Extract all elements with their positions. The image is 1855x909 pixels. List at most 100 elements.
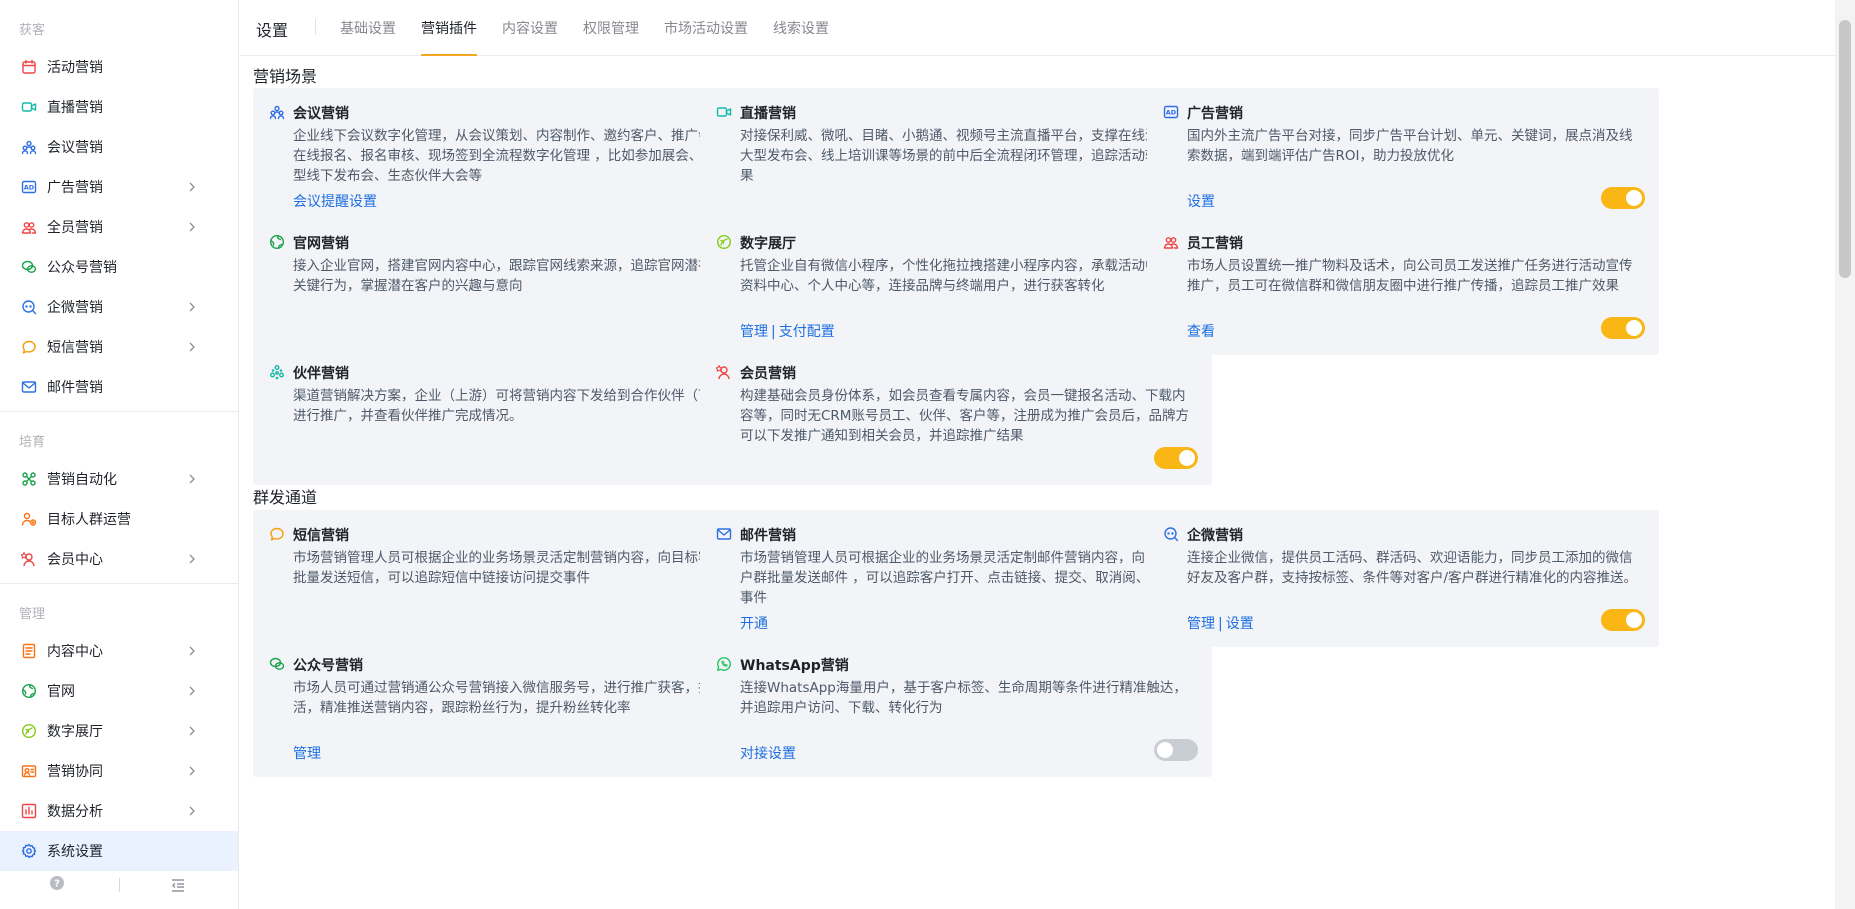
tab[interactable]: 营销插件: [421, 0, 477, 56]
help-icon[interactable]: ?: [50, 876, 64, 894]
scrollbar[interactable]: [1835, 0, 1855, 909]
sidebar-footer: ?: [0, 862, 239, 909]
collab-icon: [20, 762, 38, 780]
tab[interactable]: 内容设置: [502, 0, 558, 56]
sidebar-item-label: 官网: [47, 684, 75, 700]
content-icon: [20, 642, 38, 660]
plugin-card-links: 管理 | 设置: [1187, 613, 1254, 633]
sidebar-item[interactable]: 目标人群运营: [0, 499, 238, 539]
plugin-card-description: 市场人员可通过营销通公众号营销接入微信服务号，进行推广获客，拉新促活，精准推送营…: [293, 680, 739, 716]
plugin-toggle-switch[interactable]: [1154, 739, 1198, 761]
collapse-menu-icon[interactable]: [170, 877, 186, 897]
plugin-card-title: 官网营销: [293, 236, 349, 252]
plugin-card-title: 会员营销: [740, 366, 796, 382]
sidebar-item[interactable]: 直播营销: [0, 87, 238, 127]
plugin-card: 伙伴营销渠道营销解决方案，企业（上游）可将营销内容下发给到合作伙伴（下游）进行推…: [253, 348, 765, 485]
member-icon: [20, 550, 38, 568]
plugin-card-link[interactable]: 管理: [293, 746, 321, 762]
plugin-card-link[interactable]: 查看: [1187, 324, 1215, 340]
sidebar-item[interactable]: 活动营销: [0, 47, 238, 87]
showroom-icon: [715, 233, 733, 251]
chevron-right-icon[interactable]: [184, 339, 200, 355]
sidebar-item[interactable]: 内容中心: [0, 631, 238, 671]
chevron-right-icon[interactable]: [184, 723, 200, 739]
plugin-card: 会员营销构建基础会员身份体系，如会员查看专属内容，会员一键报名活动、下载内容等，…: [700, 348, 1212, 485]
plugin-card-link[interactable]: 会议提醒设置: [293, 194, 377, 210]
plugin-card: 邮件营销 市场营销管理人员可根据企业的业务场景灵活定制邮件营销内容，向目标客户群批…: [700, 510, 1212, 647]
sidebar-item[interactable]: 短信营销: [0, 327, 238, 367]
sidebar-item-label: 广告营销: [47, 180, 103, 196]
sidebar-item[interactable]: 邮件营销: [0, 367, 238, 407]
scrollbar-thumb[interactable]: [1839, 20, 1851, 278]
plugin-card-link[interactable]: 管理: [1187, 616, 1215, 632]
sidebar-item[interactable]: 公众号营销: [0, 247, 238, 287]
settings-header: 设置 基础设置 营销插件 内容设置 权限管理 市场活动设置 线索设置: [240, 0, 1835, 56]
sidebar-item[interactable]: 官网: [0, 671, 238, 711]
plugin-card-description: 接入企业官网，搭建官网内容中心，跟踪官网线索来源，追踪官网潜在客户关键行为，掌握…: [293, 258, 739, 294]
chevron-right-icon[interactable]: [184, 763, 200, 779]
sidebar-item[interactable]: 数据分析: [0, 791, 238, 831]
member-icon: [715, 363, 733, 381]
plugin-card-description: 市场人员设置统一推广物料及话术，向公司员工发送推广任务进行活动宣传推广，员工可在…: [1187, 258, 1633, 294]
plugin-card-link[interactable]: 设置: [1187, 194, 1215, 210]
plugin-card-link[interactable]: 管理: [740, 324, 768, 340]
sidebar-item[interactable]: 会议营销: [0, 127, 238, 167]
tab[interactable]: 基础设置: [340, 0, 396, 56]
tab[interactable]: 权限管理: [583, 0, 639, 56]
chevron-right-icon[interactable]: [184, 551, 200, 567]
sidebar-group-title: 管理: [19, 607, 46, 622]
chevron-right-icon[interactable]: [184, 179, 200, 195]
plugin-card-description: 构建基础会员身份体系，如会员查看专属内容，会员一键报名活动、下载内容等，同时无C…: [740, 388, 1189, 444]
plugin-card-description: 连接企业微信，提供员工活码、群活码、欢迎语能力，同步员工添加的微信好友及客户群，…: [1187, 550, 1638, 586]
team-icon: [1162, 233, 1180, 251]
plugin-settings-panel: 营销场景会议营销企业线下会议数字化管理，从会议策划、内容制作、邀约客户、推广会议…: [240, 57, 1835, 909]
people-icon: [268, 103, 286, 121]
plugin-toggle-switch[interactable]: [1601, 187, 1645, 209]
plugin-card-title: 数字展厅: [740, 236, 796, 252]
sidebar-item-label: 会员中心: [47, 552, 103, 568]
plugin-card-title: 广告营销: [1187, 106, 1243, 122]
sidebar-item[interactable]: 会员中心: [0, 539, 238, 579]
tab[interactable]: 市场活动设置: [664, 0, 748, 56]
sidebar-item[interactable]: 全员营销: [0, 207, 238, 247]
plugin-card-title: 伙伴营销: [293, 366, 349, 382]
sidebar-item[interactable]: 企微营销: [0, 287, 238, 327]
plugin-card-description: 托管企业自有微信小程序，个性化拖拉拽搭建小程序内容，承载活动中心、资料中心、个人…: [740, 258, 1186, 294]
link-separator: |: [771, 324, 776, 340]
plugin-toggle-switch[interactable]: [1154, 447, 1198, 469]
plugin-toggle-switch[interactable]: [1601, 317, 1645, 339]
tab[interactable]: 线索设置: [773, 0, 829, 56]
svg-text:AD: AD: [24, 184, 35, 192]
sidebar-item[interactable]: 营销自动化: [0, 459, 238, 499]
plugin-card-description: 企业线下会议数字化管理，从会议策划、内容制作、邀约客户、推广会议、在线报名、报名…: [293, 128, 743, 184]
plugin-card-link[interactable]: 开通: [740, 616, 768, 632]
chevron-right-icon[interactable]: [184, 299, 200, 315]
sidebar-item-label: 邮件营销: [47, 380, 103, 396]
settings-tabs: 基础设置 营销插件 内容设置 权限管理 市场活动设置 线索设置: [340, 0, 854, 56]
plugin-card-description: 渠道营销解决方案，企业（上游）可将营销内容下发给到合作伙伴（下游）进行推广，并查…: [293, 388, 739, 424]
wechat-icon: [20, 258, 38, 276]
wecom-icon: [1162, 525, 1180, 543]
chevron-right-icon[interactable]: [184, 683, 200, 699]
plugin-card-link[interactable]: 对接设置: [740, 746, 796, 762]
chevron-right-icon[interactable]: [184, 643, 200, 659]
plugin-card-links: 会议提醒设置: [293, 191, 377, 211]
plugin-toggle-switch[interactable]: [1601, 609, 1645, 631]
sidebar-item[interactable]: AD 广告营销: [0, 167, 238, 207]
chevron-right-icon[interactable]: [184, 219, 200, 235]
chat-bubble-icon: [268, 525, 286, 543]
plugin-card-links: 开通: [740, 613, 768, 633]
sidebar-item-label: 企微营销: [47, 300, 103, 316]
sidebar-item[interactable]: 营销协同: [0, 751, 238, 791]
section-title: 营销场景: [253, 67, 318, 86]
plugin-card: 官网营销接入企业官网，搭建官网内容中心，跟踪官网线索来源，追踪官网潜在客户关键行…: [253, 218, 765, 355]
sidebar-item-label: 目标人群运营: [47, 512, 131, 528]
plugin-card-title: 会议营销: [293, 106, 349, 122]
plugin-card-link[interactable]: 支付配置: [779, 324, 835, 340]
chevron-right-icon[interactable]: [184, 471, 200, 487]
chevron-right-icon[interactable]: [184, 803, 200, 819]
plugin-card-link[interactable]: 设置: [1226, 616, 1254, 632]
sidebar-item-label: 营销协同: [47, 764, 103, 780]
toggle-knob: [1179, 450, 1195, 466]
sidebar-item[interactable]: 数字展厅: [0, 711, 238, 751]
